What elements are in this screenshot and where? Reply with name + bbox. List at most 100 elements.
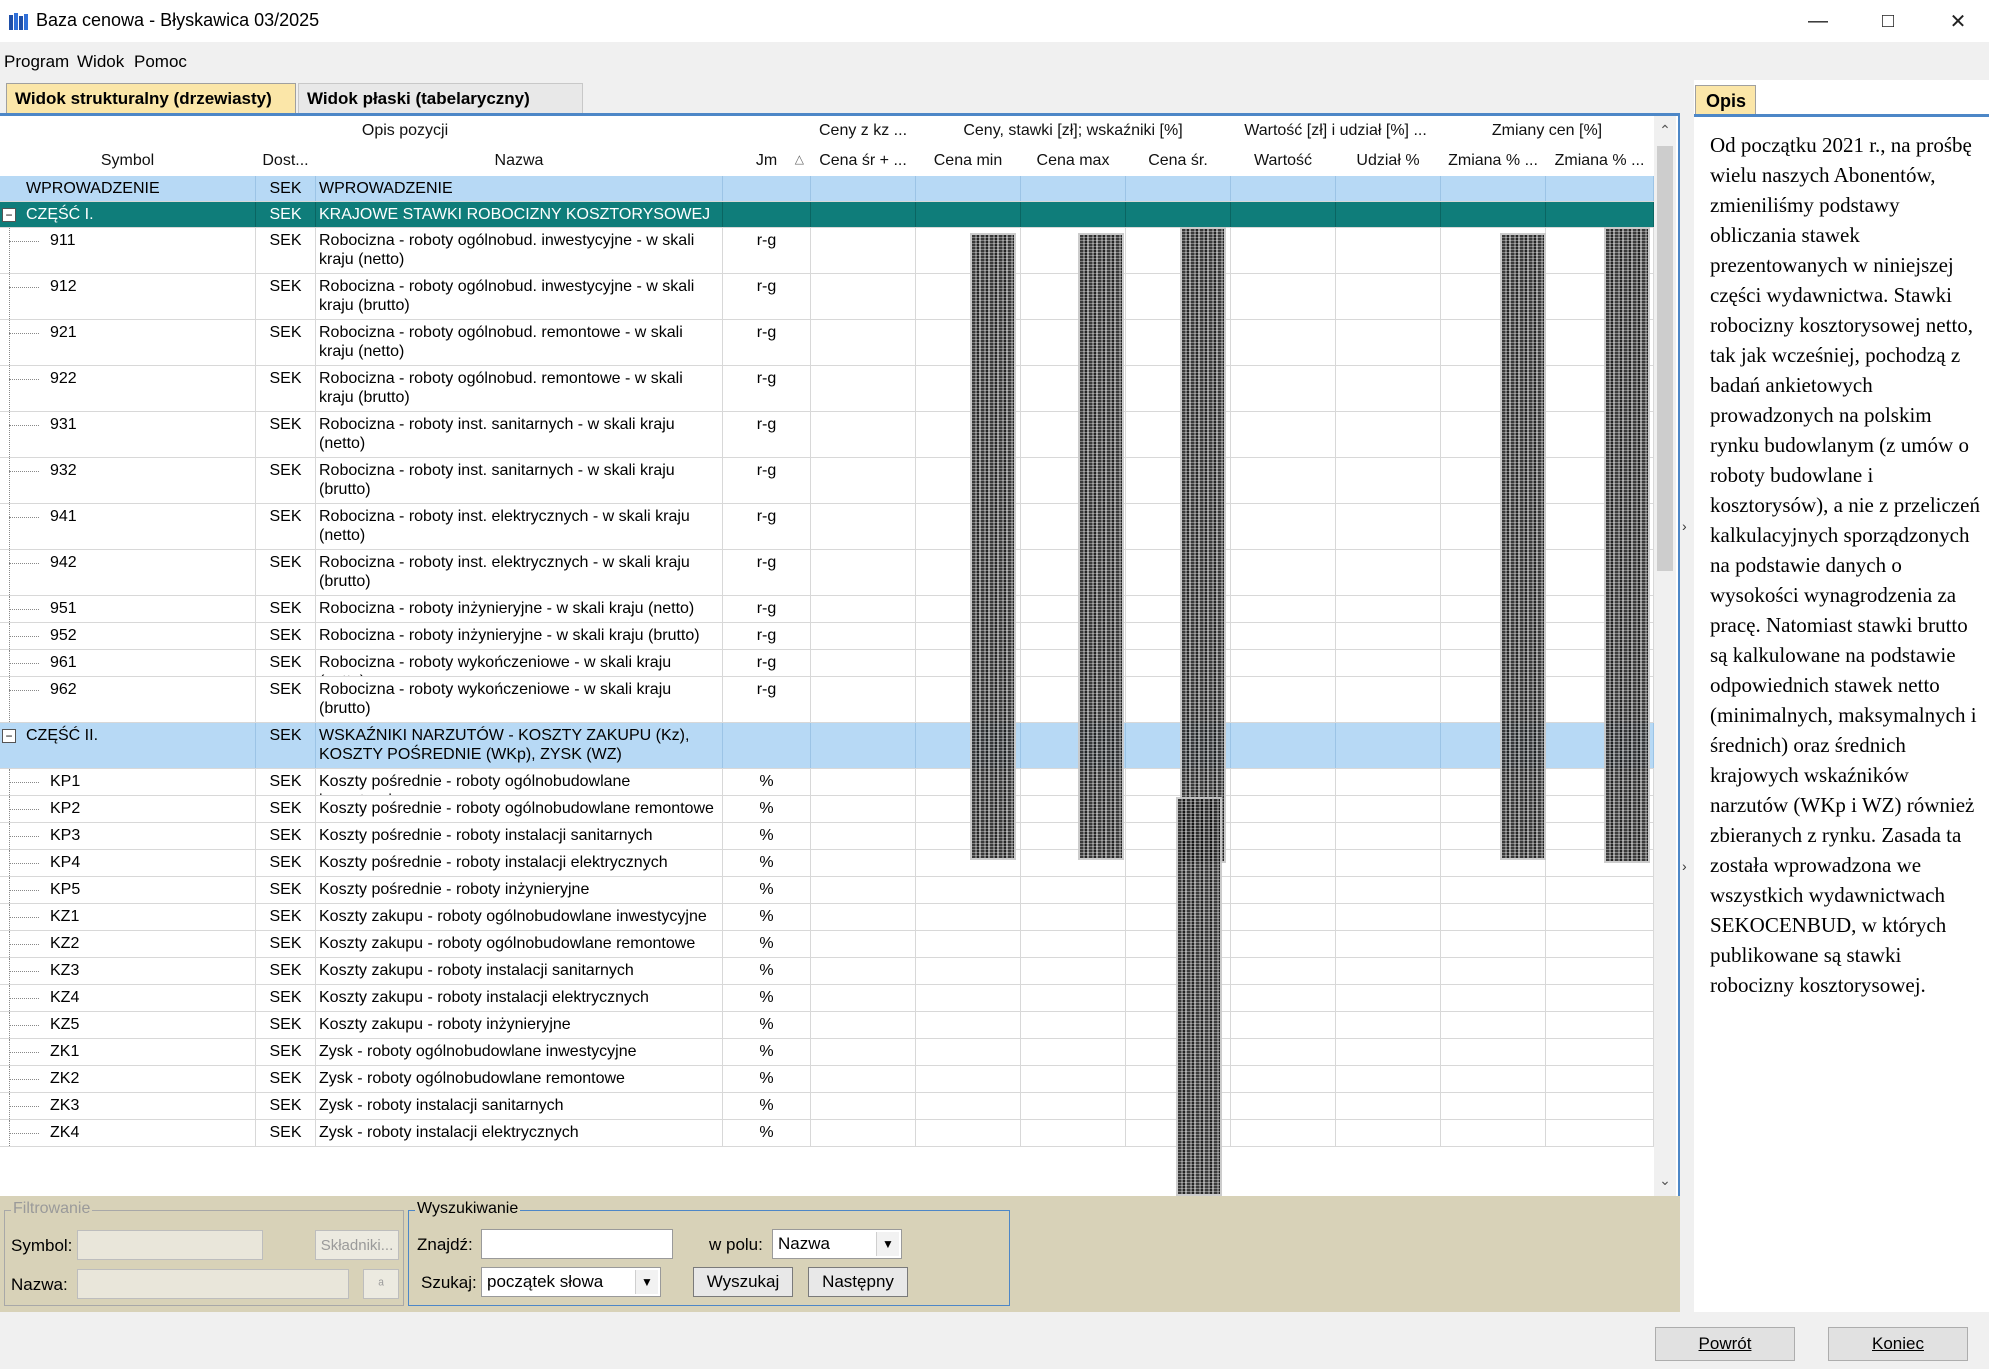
cell-value — [1336, 796, 1441, 822]
cell-value — [1336, 504, 1441, 549]
tab-opis[interactable]: Opis — [1695, 85, 1756, 115]
tab-flat-view[interactable]: Widok płaski (tabelaryczny) — [298, 83, 583, 113]
filter-name-input[interactable] — [77, 1269, 349, 1299]
col-header-cena-sr[interactable]: Cena śr. — [1126, 146, 1231, 176]
table-row[interactable]: 961 SEK Robocizna - roboty wykończeniowe -… — [0, 650, 1654, 677]
dropdown-arrow-icon[interactable]: ▼ — [635, 1270, 658, 1294]
filter-symbol-input[interactable] — [77, 1230, 263, 1260]
symbol-text: ZK1 — [50, 1043, 80, 1060]
table-row[interactable]: 922 SEK Robocizna - roboty ogólnobud. remo… — [0, 366, 1654, 412]
col-header-cena-max[interactable]: Cena max — [1021, 146, 1126, 176]
minimize-button[interactable]: — — [1783, 0, 1853, 42]
table-row[interactable]: KP4 SEK Koszty pośrednie - roboty instalac… — [0, 850, 1654, 877]
table-row[interactable]: KZ3 SEK Koszty zakupu - roboty instalacji … — [0, 958, 1654, 985]
close-button[interactable]: ✕ — [1923, 0, 1989, 42]
dropdown-arrow-icon[interactable]: ▼ — [876, 1232, 899, 1256]
table-row[interactable]: KZ2 SEK Koszty zakupu - roboty ogólnobudow… — [0, 931, 1654, 958]
obscured-values-zmiana-1 — [1500, 233, 1546, 860]
section-row[interactable]: WPROWADZENIE SEK WPROWADZENIE — [0, 176, 1654, 202]
menu-widok[interactable]: Widok — [77, 52, 124, 72]
tree-line — [9, 1133, 39, 1134]
cell-name: Koszty pośrednie - roboty instalacji ele… — [316, 850, 723, 876]
table-row[interactable]: ZK4 SEK Zysk - roboty instalacji elektrycz… — [0, 1120, 1654, 1147]
cell-value — [1231, 1120, 1336, 1146]
section-row[interactable]: − CZĘŚĆ I. SEK KRAJOWE STAWKI ROBOCIZNY KOS… — [0, 202, 1654, 228]
table-row[interactable]: KP1 SEK Koszty pośrednie - roboty ogólnobu… — [0, 769, 1654, 796]
col-header-jm[interactable]: Jm △ — [723, 146, 811, 176]
cell-symbol: KZ3 — [0, 958, 256, 984]
collapse-icon[interactable]: − — [2, 729, 16, 743]
table-row[interactable]: KZ5 SEK Koszty zakupu - roboty inżynieryjn… — [0, 1012, 1654, 1039]
table-row[interactable]: 941 SEK Robocizna - roboty inst. elektrycz… — [0, 504, 1654, 550]
section-row[interactable]: − CZĘŚĆ II. SEK WSKAŹNIKI NARZUTÓW - KOSZTY… — [0, 723, 1654, 769]
back-button[interactable]: Powrót — [1655, 1327, 1795, 1361]
components-button[interactable]: Składniki... — [315, 1230, 399, 1260]
table-row[interactable]: ZK2 SEK Zysk - roboty ogólnobudowlane remo… — [0, 1066, 1654, 1093]
col-header-dost[interactable]: Dost... — [256, 146, 316, 176]
search-button[interactable]: Wyszukaj — [693, 1267, 793, 1297]
cell-value — [811, 985, 916, 1011]
cell-value — [1336, 274, 1441, 319]
scroll-down-icon[interactable]: ⌄ — [1657, 1172, 1673, 1189]
collapse-icon[interactable]: − — [2, 208, 16, 222]
chevron-right-icon[interactable]: › — [1682, 858, 1687, 874]
cell-value — [811, 623, 916, 649]
search-mode-select[interactable]: początek słowa ▼ — [481, 1267, 661, 1297]
cell-symbol: 942 — [0, 550, 256, 595]
cell-value — [1231, 202, 1336, 227]
table-row[interactable]: KP5 SEK Koszty pośrednie - roboty inżynier… — [0, 877, 1654, 904]
cell-value — [1546, 985, 1654, 1011]
table-row[interactable]: 911 SEK Robocizna - roboty ogólnobud. inwe… — [0, 228, 1654, 274]
cell-value — [1441, 1093, 1546, 1119]
scrollbar-thumb[interactable] — [1657, 146, 1673, 571]
menu-program[interactable]: Program — [4, 52, 69, 72]
books-icon — [9, 13, 28, 30]
scroll-up-icon[interactable]: ⌃ — [1657, 122, 1673, 139]
table-row[interactable]: KZ1 SEK Koszty zakupu - roboty ogólnobudow… — [0, 904, 1654, 931]
cell-value — [1336, 458, 1441, 503]
table-row[interactable]: KP2 SEK Koszty pośrednie - roboty ogólnobu… — [0, 796, 1654, 823]
col-header-cena-sr-kz[interactable]: Cena śr + ... — [811, 146, 916, 176]
obscured-values-cena-min — [970, 233, 1016, 860]
col-header-wartosc[interactable]: Wartość — [1231, 146, 1336, 176]
sort-asc-icon: △ — [794, 152, 804, 166]
symbol-text: 932 — [50, 462, 77, 479]
next-button[interactable]: Następny — [808, 1267, 908, 1297]
table-row[interactable]: 912 SEK Robocizna - roboty ogólnobud. inwe… — [0, 274, 1654, 320]
table-row[interactable]: 932 SEK Robocizna - roboty inst. sanitarny… — [0, 458, 1654, 504]
search-field-select[interactable]: Nazwa ▼ — [772, 1229, 902, 1259]
table-row[interactable]: KP3 SEK Koszty pośrednie - roboty instalac… — [0, 823, 1654, 850]
cell-name: Robocizna - roboty ogólnobud. inwestycyj… — [316, 228, 723, 273]
table-row[interactable]: 962 SEK Robocizna - roboty wykończeniowe -… — [0, 677, 1654, 723]
table-row[interactable]: 942 SEK Robocizna - roboty inst. elektrycz… — [0, 550, 1654, 596]
table-row[interactable]: ZK3 SEK Zysk - roboty instalacji sanitarny… — [0, 1093, 1654, 1120]
table-row[interactable]: 921 SEK Robocizna - roboty ogólnobud. remo… — [0, 320, 1654, 366]
panel-splitter[interactable]: › › — [1680, 80, 1694, 1312]
cell-value — [1336, 850, 1441, 876]
end-button[interactable]: Koniec — [1828, 1327, 1968, 1361]
col-header-nazwa[interactable]: Nazwa — [316, 146, 723, 176]
col-header-symbol[interactable]: Symbol — [0, 146, 256, 176]
table-row[interactable]: 951 SEK Robocizna - roboty inżynieryjne - … — [0, 596, 1654, 623]
menu-pomoc[interactable]: Pomoc — [134, 52, 187, 72]
table-row[interactable]: KZ4 SEK Koszty zakupu - roboty instalacji … — [0, 985, 1654, 1012]
filter-apply-button[interactable]: ᵃ — [363, 1269, 399, 1299]
table-row[interactable]: 952 SEK Robocizna - roboty inżynieryjne - … — [0, 623, 1654, 650]
cell-jm — [723, 723, 811, 768]
search-find-input[interactable] — [481, 1229, 673, 1259]
cell-jm: r-g — [723, 677, 811, 722]
tab-structural-view[interactable]: Widok strukturalny (drzewiasty) — [6, 83, 296, 113]
table-row[interactable]: 931 SEK Robocizna - roboty inst. sanitarny… — [0, 412, 1654, 458]
col-header-udzial[interactable]: Udział % — [1336, 146, 1441, 176]
col-header-cena-min[interactable]: Cena min — [916, 146, 1021, 176]
cell-value — [1336, 769, 1441, 795]
grid-vertical-scrollbar[interactable]: ⌃ ⌄ — [1654, 116, 1676, 1196]
table-row[interactable]: ZK1 SEK Zysk - roboty ogólnobudowlane inwe… — [0, 1039, 1654, 1066]
maximize-button[interactable]: □ — [1853, 0, 1923, 42]
tree-line — [9, 287, 39, 288]
col-header-zmiana-2[interactable]: Zmiana % ... — [1546, 146, 1654, 176]
col-header-zmiana-1[interactable]: Zmiana % ... — [1441, 146, 1546, 176]
symbol-text: 911 — [50, 232, 76, 249]
symbol-text: KP5 — [50, 881, 81, 898]
chevron-right-icon[interactable]: › — [1682, 518, 1687, 534]
